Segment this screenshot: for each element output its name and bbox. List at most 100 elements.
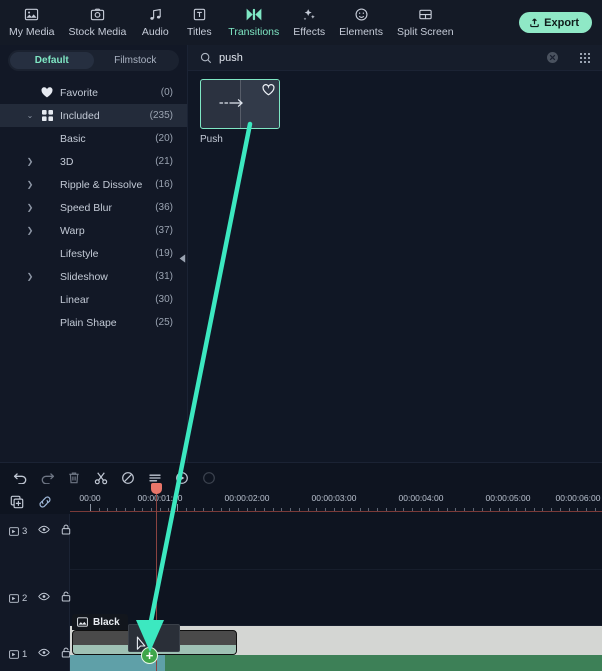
playhead-handle[interactable] <box>151 483 162 494</box>
tab-default[interactable]: Default <box>10 52 94 69</box>
undo-icon[interactable] <box>12 470 28 486</box>
sidebar-item-label: Lifestyle <box>60 247 99 260</box>
sidebar-item-speed-blur[interactable]: ❯ Speed Blur (36) <box>0 196 187 219</box>
split-screen-icon <box>418 6 433 23</box>
nav-item-titles[interactable]: Titles <box>177 0 221 38</box>
sidebar-item-plain-shape[interactable]: › Plain Shape (25) <box>0 311 187 334</box>
text-box-icon <box>192 6 207 23</box>
sidebar-item-slideshow[interactable]: ❯ Slideshow (31) <box>0 265 187 288</box>
sparkles-icon <box>302 6 317 23</box>
track-visibility-eye-icon[interactable] <box>38 648 51 660</box>
export-button[interactable]: Export <box>519 12 592 33</box>
more-icon[interactable] <box>201 470 217 486</box>
chevron-down-icon[interactable]: ⌄ <box>22 111 38 120</box>
timeline-ruler[interactable]: 00:00 00:00:01:00 00:00:02:00 00:00:03:0… <box>70 492 602 514</box>
sidebar-item-label: Plain Shape <box>60 316 117 329</box>
transitions-results-grid: Push <box>188 71 602 462</box>
track-lane-3[interactable] <box>70 514 602 570</box>
ruler-tick-marks <box>70 504 602 511</box>
sidebar-item-label: Linear <box>60 293 90 306</box>
nav-item-effects[interactable]: Effects <box>286 0 332 38</box>
collapse-panel-button[interactable] <box>177 245 187 271</box>
sidebar-item-count: (235) <box>149 110 173 121</box>
redo-icon[interactable] <box>39 470 55 486</box>
ruler-tick-label: 00:00:05:00 <box>485 493 531 503</box>
tab-filmstock[interactable]: Filmstock <box>94 52 178 69</box>
export-label: Export <box>544 16 579 29</box>
sidebar-item-ripple-dissolve[interactable]: ❯ Ripple & Dissolve (16) <box>0 173 187 196</box>
clear-search-icon[interactable] <box>547 52 558 63</box>
transition-thumbnail[interactable] <box>200 79 280 129</box>
speed-icon[interactable] <box>174 470 190 486</box>
sidebar-item-label: Ripple & Dissolve <box>60 178 143 191</box>
track-header-1[interactable]: 1 <box>0 647 71 661</box>
sidebar-item-linear[interactable]: › Linear (30) <box>0 288 187 311</box>
category-list: › Favorite (0) ⌄ Included (235) <box>0 77 187 334</box>
chevron-right-icon[interactable]: ❯ <box>22 203 38 212</box>
sidebar-item-label: 3D <box>60 155 74 168</box>
add-track-icon[interactable] <box>9 494 25 510</box>
nav-label: Titles <box>186 26 212 38</box>
ruler-tick-label: 00:00:04:00 <box>398 493 444 503</box>
nav-label: Split Screen <box>396 26 454 38</box>
track-header-column: 3 2 1 <box>0 514 71 671</box>
grid-view-toggle-icon[interactable] <box>580 52 590 63</box>
search-icon <box>200 52 212 64</box>
sidebar-item-label: Speed Blur <box>60 201 112 214</box>
ruler-major-tick <box>177 504 178 511</box>
grid-icon <box>38 110 56 121</box>
image-icon <box>24 6 39 23</box>
nav-label: Stock Media <box>68 26 127 38</box>
ruler-tick-label: 00:00:03:00 <box>311 493 357 503</box>
nav-item-elements[interactable]: Elements <box>332 0 390 38</box>
sidebar-item-count: (31) <box>155 271 173 282</box>
chevron-right-icon[interactable]: ❯ <box>22 157 38 166</box>
nav-item-audio[interactable]: Audio <box>133 0 177 38</box>
upload-icon <box>530 18 539 28</box>
sidebar-item-favorite[interactable]: › Favorite (0) <box>0 81 187 104</box>
sidebar-item-lifestyle[interactable]: › Lifestyle (19) <box>0 242 187 265</box>
sidebar-item-count: (19) <box>155 248 173 259</box>
chevron-right-icon[interactable]: ❯ <box>22 272 38 281</box>
trash-icon[interactable] <box>66 470 82 486</box>
add-plus-badge: + <box>141 647 158 664</box>
nav-item-split-screen[interactable]: Split Screen <box>390 0 461 38</box>
track-lane-2[interactable] <box>70 570 602 626</box>
track-visibility-eye-icon[interactable] <box>38 592 51 604</box>
sidebar-item-label: Warp <box>60 224 85 237</box>
transition-card-push[interactable]: Push <box>200 79 280 145</box>
sidebar-item-3d[interactable]: ❯ 3D (21) <box>0 150 187 173</box>
sidebar-item-warp[interactable]: ❯ Warp (37) <box>0 219 187 242</box>
transitions-icon <box>246 6 262 23</box>
link-icon[interactable] <box>37 494 53 510</box>
stock-media-icon <box>90 6 105 23</box>
sidebar-item-count: (21) <box>155 156 173 167</box>
search-input[interactable]: push <box>219 52 243 64</box>
nav-item-transitions[interactable]: Transitions <box>221 0 286 47</box>
scissors-icon[interactable] <box>93 470 109 486</box>
smiley-icon <box>354 6 369 23</box>
nav-item-my-media[interactable]: My Media <box>2 0 62 38</box>
push-direction-icon <box>219 95 249 113</box>
timeline-panel: 00:00 00:00:01:00 00:00:02:00 00:00:03:0… <box>0 462 602 671</box>
chevron-right-icon[interactable]: ❯ <box>22 180 38 189</box>
sidebar-item-count: (0) <box>160 87 173 98</box>
nav-item-stock-media[interactable]: Stock Media <box>62 0 134 38</box>
crop-icon[interactable] <box>120 470 136 486</box>
sidebar-item-included[interactable]: ⌄ Included (235) <box>0 104 187 127</box>
sidebar-item-basic[interactable]: › Basic (20) <box>0 127 187 150</box>
sidebar-item-label: Included <box>60 109 100 122</box>
favorite-heart-icon[interactable] <box>262 83 275 101</box>
sidebar-item-count: (37) <box>155 225 173 236</box>
track-header-3[interactable]: 3 <box>0 524 71 538</box>
top-navigation-bar: My Media Stock Media Audio Titles Transi… <box>0 0 602 47</box>
nav-label: Transitions <box>228 26 280 38</box>
search-bar[interactable]: push <box>188 45 602 71</box>
track-number-2: 2 <box>9 593 27 604</box>
track-header-2[interactable]: 2 <box>0 591 71 605</box>
track-visibility-eye-icon[interactable] <box>38 525 51 537</box>
track-number-1: 1 <box>9 649 27 660</box>
chevron-right-icon[interactable]: ❯ <box>22 226 38 235</box>
ruler-tick-label: 00:00:02:00 <box>224 493 270 503</box>
timeline-toolbar <box>0 463 602 492</box>
